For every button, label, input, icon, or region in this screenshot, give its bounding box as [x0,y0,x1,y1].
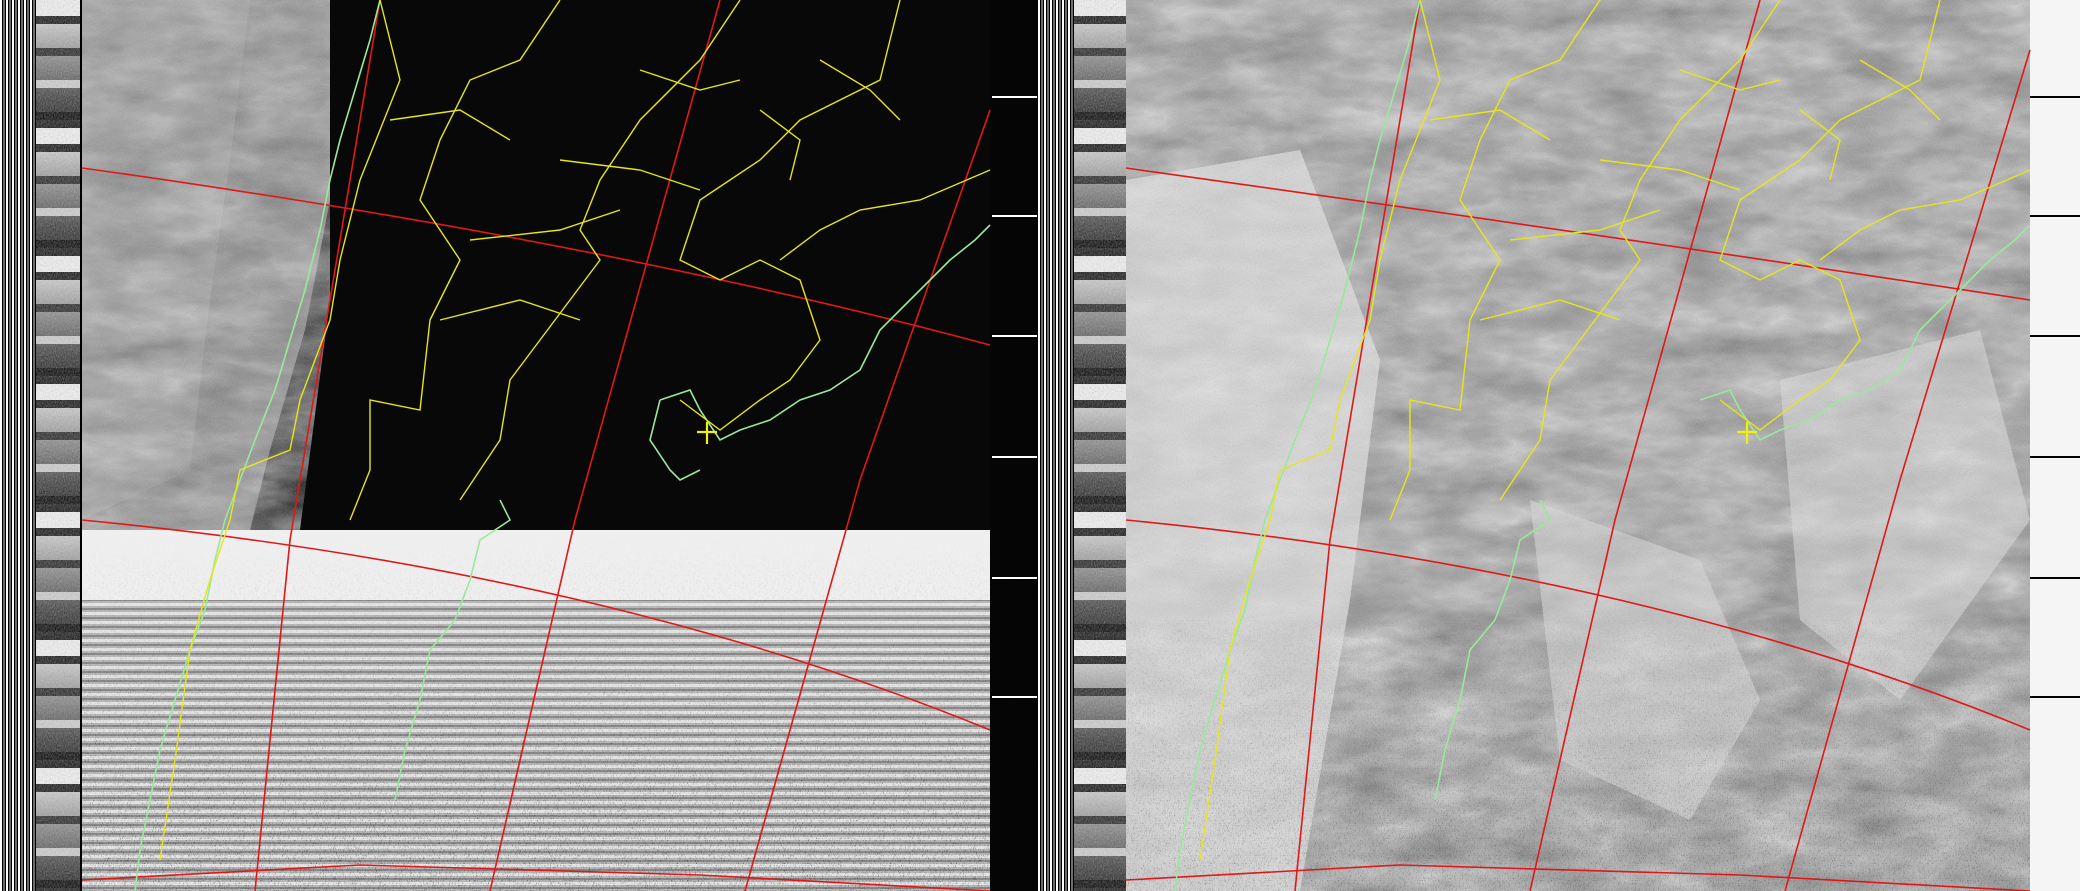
satellite-scene [0,0,2080,891]
apt-satellite-image [0,0,2080,891]
sync-strip-middle [1038,0,1126,891]
channel-b-infrared [1126,0,2030,891]
sync-strip-left [0,0,80,891]
channel-a-visible [82,0,1038,891]
right-margin-strip [2030,0,2080,891]
